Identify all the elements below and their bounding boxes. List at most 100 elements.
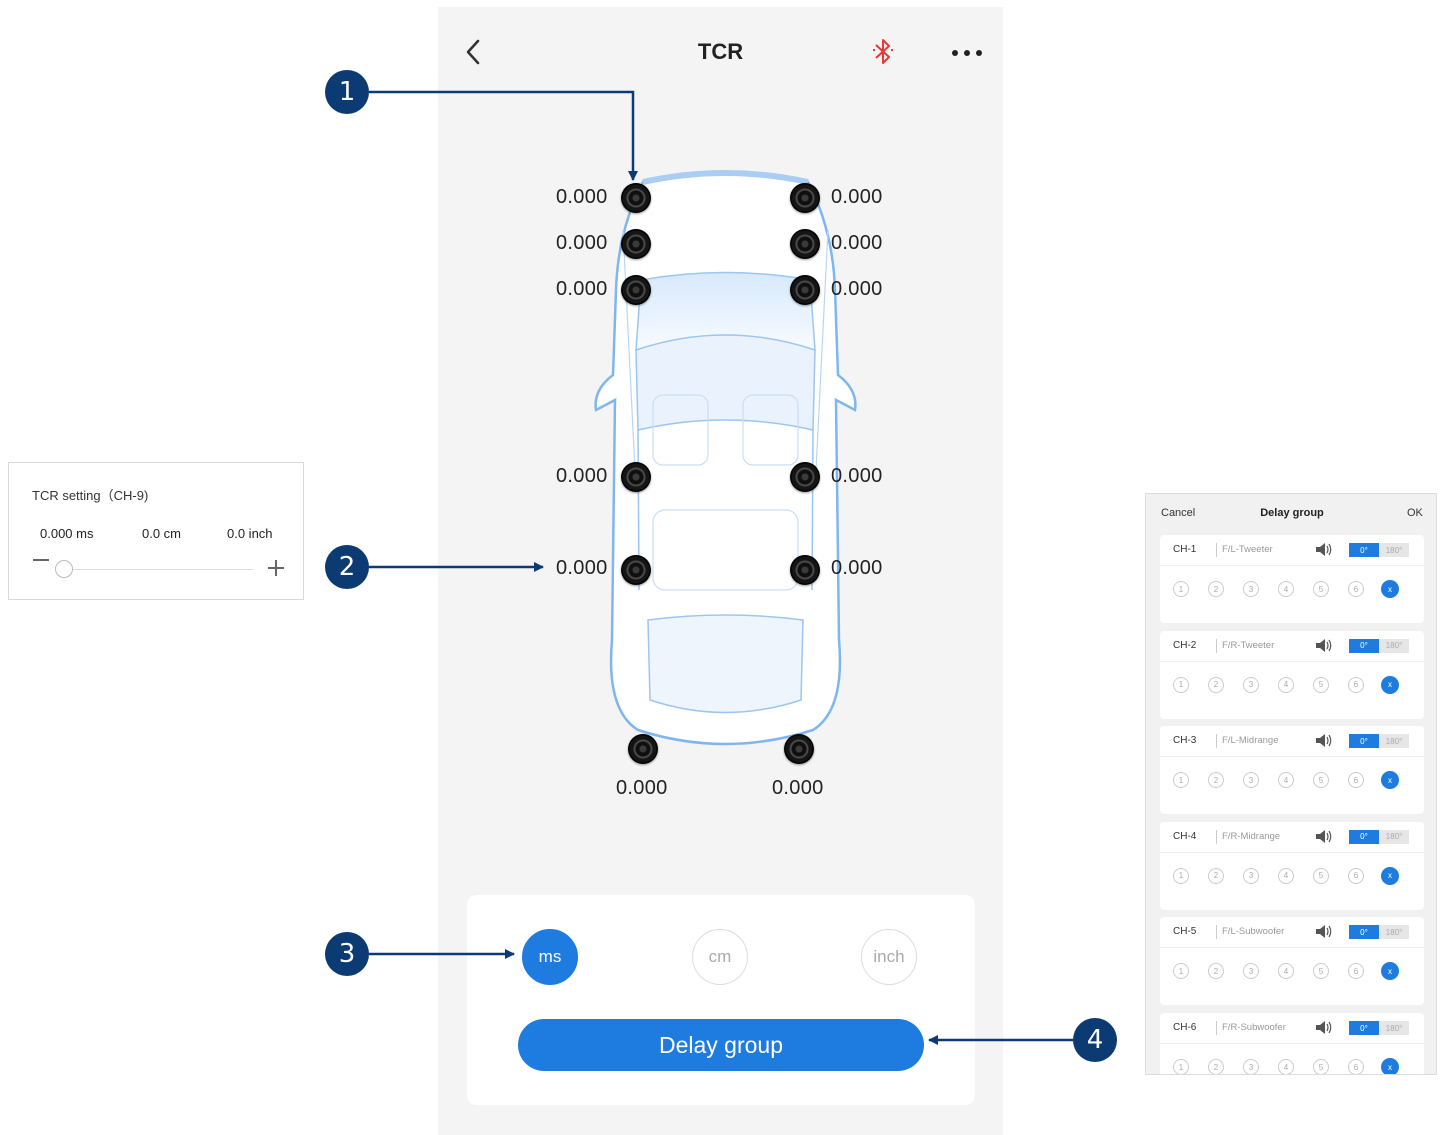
speaker-volume-icon[interactable] — [1315, 924, 1333, 939]
group-5-button[interactable]: 5 — [1313, 772, 1329, 789]
speaker-volume-icon[interactable] — [1315, 542, 1333, 557]
group-4-button[interactable]: 4 — [1278, 963, 1294, 980]
group-4-button[interactable]: 4 — [1278, 1059, 1294, 1074]
group-1-button[interactable]: 1 — [1173, 867, 1189, 884]
group-1-button[interactable]: 1 — [1173, 1059, 1189, 1074]
group-5-button[interactable]: 5 — [1313, 867, 1329, 884]
channel-card: CH-4 F/R-Midrange 0° 180° 1 2 3 4 5 6 x — [1160, 821, 1424, 910]
group-3-button[interactable]: 3 — [1243, 963, 1259, 980]
ok-button[interactable]: OK — [1407, 507, 1423, 519]
group-4-button[interactable]: 4 — [1278, 581, 1294, 597]
phase-180-button[interactable]: 180° — [1379, 638, 1409, 653]
tcr-setting-dialog: TCR setting（CH-9) 0.000 ms 0.0 cm 0.0 in… — [8, 462, 304, 600]
group-6-button[interactable]: 6 — [1348, 676, 1364, 693]
channel-id: CH-2 — [1173, 639, 1197, 651]
group-6-button[interactable]: 6 — [1348, 867, 1364, 884]
group-2-button[interactable]: 2 — [1208, 676, 1224, 693]
group-3-button[interactable]: 3 — [1243, 867, 1259, 884]
tcr-setting-title: TCR setting（CH-9) — [32, 488, 149, 503]
decrease-button[interactable] — [33, 559, 49, 561]
group-2-button[interactable]: 2 — [1208, 772, 1224, 789]
clear-group-button[interactable]: x — [1381, 675, 1399, 694]
divider — [1216, 543, 1217, 557]
group-6-button[interactable]: 6 — [1348, 963, 1364, 980]
phase-180-button[interactable]: 180° — [1379, 734, 1409, 749]
tcr-inch-value: 0.0 inch — [227, 526, 273, 541]
phase-0-button[interactable]: 0° — [1349, 1021, 1379, 1035]
divider — [1160, 947, 1424, 949]
callout-3: 3 — [325, 932, 369, 976]
callout-1-arrow — [369, 90, 638, 181]
divider — [1216, 734, 1217, 749]
clear-group-button[interactable]: x — [1381, 580, 1399, 598]
phase-180-button[interactable]: 180° — [1379, 543, 1409, 557]
tcr-ms-value: 0.000 ms — [40, 526, 94, 541]
divider — [1216, 1021, 1217, 1035]
channel-card: CH-5 F/L-Subwoofer 0° 180° 1 2 3 4 5 6 x — [1160, 917, 1424, 1006]
speaker-volume-icon[interactable] — [1315, 1020, 1333, 1035]
speaker-volume-icon[interactable] — [1315, 638, 1333, 653]
group-6-button[interactable]: 6 — [1348, 772, 1364, 789]
phase-0-button[interactable]: 0° — [1349, 638, 1379, 653]
group-2-button[interactable]: 2 — [1208, 963, 1224, 980]
clear-group-button[interactable]: x — [1381, 962, 1399, 981]
group-2-button[interactable]: 2 — [1208, 1059, 1224, 1074]
phase-180-button[interactable]: 180° — [1379, 829, 1409, 844]
phase-0-button[interactable]: 0° — [1349, 829, 1379, 844]
phase-0-button[interactable]: 0° — [1349, 734, 1379, 749]
group-4-button[interactable]: 4 — [1278, 676, 1294, 693]
group-1-button[interactable]: 1 — [1173, 581, 1189, 597]
group-4-button[interactable]: 4 — [1278, 867, 1294, 884]
group-2-button[interactable]: 2 — [1208, 867, 1224, 884]
channel-card: CH-1 F/L-Tweeter 0° 180° 1 2 3 4 5 6 x — [1160, 535, 1424, 623]
channel-card: CH-6 F/R-Subwoofer 0° 180° 1 2 3 4 5 6 x — [1160, 1013, 1424, 1074]
clear-group-button[interactable]: x — [1381, 1058, 1399, 1074]
cancel-button[interactable]: Cancel — [1161, 507, 1195, 519]
clear-group-button[interactable]: x — [1381, 771, 1399, 790]
phase-180-button[interactable]: 180° — [1379, 925, 1409, 940]
speaker-volume-icon[interactable] — [1315, 829, 1333, 844]
channel-id: CH-5 — [1173, 926, 1197, 938]
channel-id: CH-3 — [1173, 735, 1197, 747]
clear-group-button[interactable]: x — [1381, 866, 1399, 885]
callout-4: 4 — [1073, 1018, 1117, 1062]
divider — [1160, 660, 1424, 662]
channel-id: CH-4 — [1173, 830, 1197, 842]
speaker-volume-icon[interactable] — [1315, 733, 1333, 748]
channel-id: CH-1 — [1173, 544, 1197, 555]
delay-slider-track[interactable] — [61, 569, 253, 570]
divider — [1160, 1043, 1424, 1044]
group-2-button[interactable]: 2 — [1208, 581, 1224, 597]
group-5-button[interactable]: 5 — [1313, 963, 1329, 980]
group-6-button[interactable]: 6 — [1348, 581, 1364, 597]
callout-1: 1 — [325, 70, 369, 114]
group-4-button[interactable]: 4 — [1278, 772, 1294, 789]
group-3-button[interactable]: 3 — [1243, 772, 1259, 789]
group-6-button[interactable]: 6 — [1348, 1059, 1364, 1074]
group-5-button[interactable]: 5 — [1313, 581, 1329, 597]
channel-name: F/R-Tweeter — [1222, 639, 1275, 651]
divider — [1160, 565, 1424, 566]
channel-name: F/R-Subwoofer — [1222, 1022, 1286, 1033]
group-3-button[interactable]: 3 — [1243, 676, 1259, 693]
channel-name: F/R-Midrange — [1222, 830, 1281, 842]
divider — [1160, 851, 1424, 853]
delay-slider-thumb[interactable] — [55, 560, 73, 578]
phase-0-button[interactable]: 0° — [1349, 925, 1379, 940]
channel-name: F/L-Midrange — [1222, 735, 1279, 747]
group-1-button[interactable]: 1 — [1173, 963, 1189, 980]
group-5-button[interactable]: 5 — [1313, 1059, 1329, 1074]
phase-0-button[interactable]: 0° — [1349, 543, 1379, 557]
group-3-button[interactable]: 3 — [1243, 581, 1259, 597]
increase-button[interactable] — [268, 560, 284, 576]
group-3-button[interactable]: 3 — [1243, 1059, 1259, 1074]
divider — [1216, 829, 1217, 844]
group-1-button[interactable]: 1 — [1173, 676, 1189, 693]
channel-name: F/L-Tweeter — [1222, 544, 1273, 555]
channel-name: F/L-Subwoofer — [1222, 926, 1285, 938]
group-1-button[interactable]: 1 — [1173, 772, 1189, 789]
group-5-button[interactable]: 5 — [1313, 676, 1329, 693]
callout-2: 2 — [325, 545, 369, 589]
divider — [1160, 756, 1424, 758]
phase-180-button[interactable]: 180° — [1379, 1021, 1409, 1035]
